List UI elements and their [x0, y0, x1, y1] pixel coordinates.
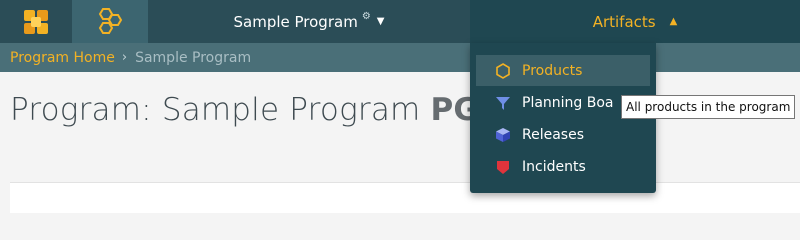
artifacts-menu-toggle[interactable]: Artifacts ▲	[470, 0, 800, 43]
incident-shield-icon	[494, 158, 512, 176]
menu-item-label: Planning Boa	[522, 94, 614, 111]
content-panel	[10, 182, 800, 213]
menu-item-label: Releases	[522, 126, 584, 143]
app-logo[interactable]	[0, 0, 72, 43]
breadcrumb: Program Home › Sample Program	[0, 43, 800, 72]
page-title: Program: Sample Program PG2	[10, 92, 501, 128]
caret-up-icon: ▲	[669, 16, 678, 27]
program-selector[interactable]: Sample Program ⚙ ▼	[148, 0, 470, 43]
spira-logo-icon	[24, 9, 48, 34]
program-home-button[interactable]	[72, 0, 148, 43]
program-name: Sample Program	[233, 12, 358, 31]
chevron-right-icon: ›	[121, 50, 128, 65]
artifacts-label: Artifacts	[592, 12, 656, 31]
breadcrumb-current: Sample Program	[135, 49, 252, 66]
menu-item-incidents[interactable]: Incidents	[476, 151, 650, 182]
caret-down-icon: ▼	[376, 16, 385, 27]
menu-item-products[interactable]: Products	[476, 55, 650, 86]
planning-board-icon	[494, 94, 512, 112]
gear-icon[interactable]: ⚙	[362, 11, 371, 22]
release-cube-icon	[494, 126, 512, 144]
page-title-text: Program: Sample Program	[10, 92, 421, 128]
top-nav-bar: Sample Program ⚙ ▼ Artifacts ▲	[0, 0, 800, 43]
menu-item-releases[interactable]: Releases	[476, 119, 650, 150]
menu-item-label: Incidents	[522, 158, 586, 175]
breadcrumb-home-link[interactable]: Program Home	[10, 50, 115, 66]
tooltip: All products in the program	[621, 95, 796, 119]
hexagon-cluster-icon	[98, 7, 123, 34]
menu-item-label: Products	[522, 62, 583, 79]
product-hexagon-icon	[494, 62, 512, 80]
